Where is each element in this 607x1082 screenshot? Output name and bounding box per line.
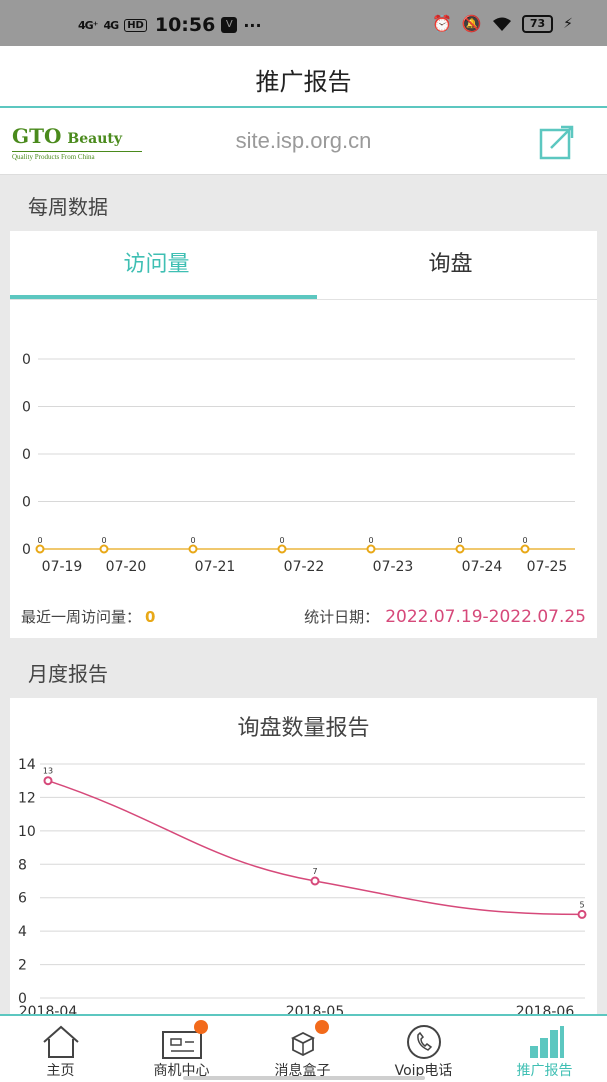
data-label: 0: [101, 536, 106, 545]
nav-label-home: 主页: [46, 1063, 75, 1079]
y-tick-label: 0: [22, 400, 31, 416]
phone-icon: [407, 1025, 441, 1059]
battery-indicator: 73: [521, 14, 554, 33]
y-tick-label: 4: [18, 924, 27, 940]
site-url[interactable]: site.isp.org.cn: [0, 128, 607, 154]
active-tab-indicator: [10, 295, 317, 299]
notification-badge: [315, 1020, 329, 1034]
tab-visits[interactable]: 访问量: [10, 231, 303, 299]
y-tick-label: 0: [22, 542, 31, 558]
y-tick-label: 2: [18, 958, 27, 974]
monthly-inquiry-chart: 02468101214 13752018-04 2018-05 2018-06: [18, 757, 587, 1018]
data-label: 0: [457, 536, 462, 545]
alarm-icon: ⏰: [432, 14, 452, 33]
data-point: [99, 544, 109, 554]
stat-date-label: 统计日期：: [304, 608, 380, 626]
hd-icon: HD: [124, 18, 147, 32]
y-tick-label: 14: [18, 757, 36, 773]
y-tick-label: 6: [18, 891, 27, 907]
x-tick-label: 07-22: [284, 559, 325, 575]
nav-label-report: 推广报告: [516, 1063, 573, 1079]
data-point: [310, 876, 320, 886]
x-tick-label: 07-25: [527, 559, 568, 575]
page-title: 推广报告: [255, 68, 352, 96]
y-tick-label: 0: [22, 352, 31, 368]
nav-message-box[interactable]: 消息盒子: [242, 1016, 363, 1082]
data-point: [43, 776, 53, 786]
weekly-total: 最近一周访问量： 0: [21, 606, 155, 627]
signal-4g-plus: 4G⁺: [78, 18, 98, 32]
stat-date-range: 2022.07.19-2022.07.25: [385, 607, 586, 627]
nav-business-center[interactable]: 商机中心: [121, 1016, 242, 1082]
weekly-card: 访问量 询盘 0 0 0 0 0 0 07-19 0 07-20 0 07-21 0 07-22 0 07-…: [10, 231, 597, 638]
site-bar: GTO Beauty Quality Products From China si…: [0, 108, 607, 175]
monthly-section-title: 月度报告: [28, 662, 108, 686]
data-point: [35, 544, 45, 554]
report-chart-icon: [530, 1026, 564, 1058]
x-tick-label: 07-21: [195, 559, 236, 575]
home-icon: [43, 1025, 79, 1058]
data-point: [520, 544, 530, 554]
data-point: [188, 544, 198, 554]
weekly-section-title: 每周数据: [28, 195, 108, 219]
weekly-total-label: 最近一周访问量：: [21, 608, 142, 626]
status-time: 10:56: [154, 14, 216, 36]
data-label: 0: [37, 536, 42, 545]
wifi-icon: [492, 17, 511, 31]
data-label: 5: [579, 900, 584, 909]
bottom-nav: 主页 商机中心 消息盒子 Voip电话 推广报告: [0, 1014, 607, 1082]
series-line: [47, 780, 583, 916]
external-link-icon[interactable]: [539, 124, 575, 160]
more-notifications: ···: [243, 15, 262, 35]
nav-home[interactable]: 主页: [0, 1016, 121, 1082]
data-point: [577, 909, 587, 919]
x-tick-label: 07-20: [106, 559, 147, 575]
y-tick-label: 0: [22, 447, 31, 463]
notification-badge: [194, 1020, 208, 1034]
nav-promo-report[interactable]: 推广报告: [484, 1016, 605, 1082]
y-tick-label: 12: [18, 790, 36, 806]
data-label: 0: [368, 536, 373, 545]
status-bar: 4G⁺ 4G HD 10:56 V ··· ⏰ 🔕 73 ⚡: [0, 0, 607, 46]
data-point: [366, 544, 376, 554]
data-label: 0: [279, 536, 284, 545]
x-tick-label: 07-19: [42, 559, 83, 575]
home-indicator[interactable]: [183, 1076, 425, 1080]
signal-4g: 4G: [103, 18, 120, 32]
charging-icon: ⚡: [563, 15, 573, 32]
data-point: [277, 544, 287, 554]
y-tick-label: 8: [18, 857, 27, 873]
y-tick-label: 0: [22, 495, 31, 511]
app-notification-icon: V: [221, 17, 238, 33]
data-label: 0: [190, 536, 195, 545]
nav-voip[interactable]: Voip电话: [363, 1016, 484, 1082]
weekly-tabs: 访问量 询盘: [10, 231, 597, 300]
tab-inquiries[interactable]: 询盘: [304, 231, 597, 299]
x-tick-label: 07-23: [373, 559, 414, 575]
data-label: 13: [43, 767, 53, 776]
data-label: 7: [312, 867, 317, 876]
monthly-card: 询盘数量报告 0 2 4 6 8 10 12 14 13 7 5 2018-04 2018-05 2018…: [10, 698, 597, 1018]
stat-date: 统计日期： 2022.07.19-2022.07.25: [304, 606, 586, 627]
app-header: 推广报告: [0, 46, 607, 108]
weekly-visits-chart: 00000007-19007-20007-21007-22007-23007-2…: [22, 352, 575, 575]
mute-icon: 🔕: [461, 14, 482, 33]
y-tick-label: 10: [18, 824, 36, 840]
x-tick-label: 07-24: [462, 559, 503, 575]
data-label: 0: [522, 536, 527, 545]
data-point: [455, 544, 465, 554]
weekly-total-value: 0: [145, 608, 156, 626]
